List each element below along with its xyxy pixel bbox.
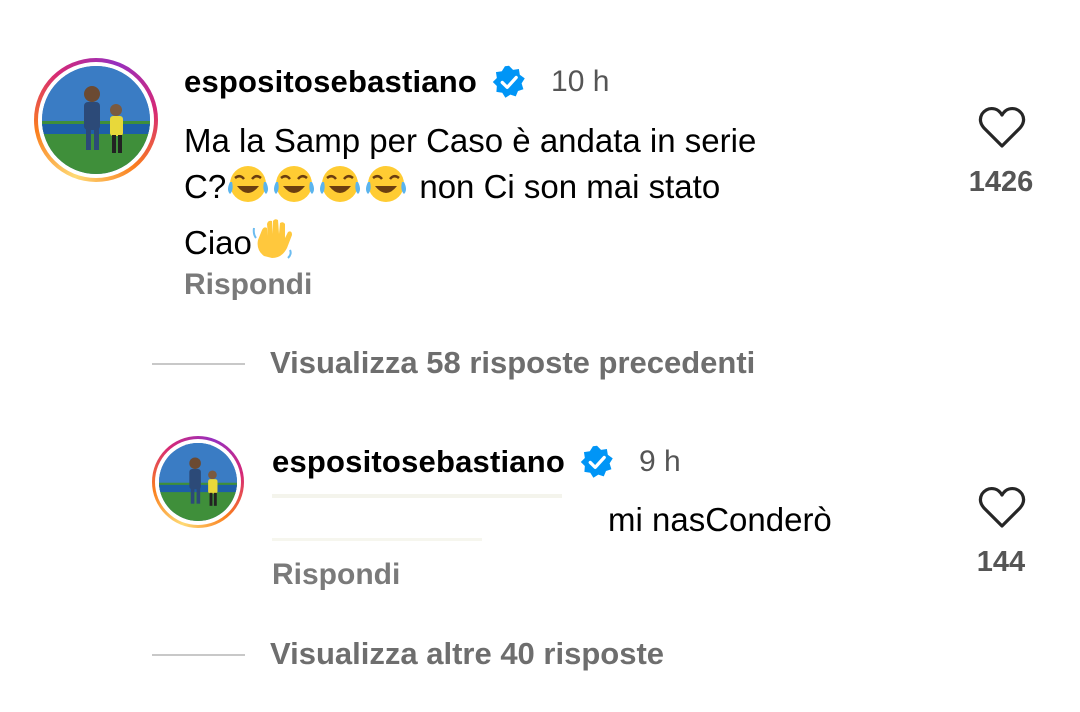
divider [152, 654, 245, 656]
comment-line-3-text: Ciao [184, 224, 252, 261]
heart-icon [978, 486, 1026, 528]
reply-avatar-photo [159, 443, 237, 521]
comment-time: 10 h [551, 65, 610, 98]
reply-like-count: 144 [976, 546, 1026, 578]
laughing-emoji-icon [318, 164, 362, 216]
laughing-emoji-icon [226, 164, 270, 216]
reply-time: 9 h [639, 445, 681, 478]
heart-icon [978, 106, 1026, 148]
mention-redacted-2 [272, 538, 482, 541]
verified-badge-icon [579, 444, 615, 480]
mention-redacted [272, 494, 562, 498]
comment-line-2-suffix: non Ci son mai stato [410, 168, 721, 205]
view-previous-replies-button[interactable]: Visualizza 58 risposte precedenti [270, 345, 755, 381]
laughing-emoji-icon [272, 164, 316, 216]
comment-line-2: C? non Ci son mai stato [184, 164, 944, 216]
divider [152, 363, 245, 365]
comment-line-2-prefix: C? [184, 168, 227, 205]
avatar[interactable] [34, 58, 158, 182]
view-more-replies-button[interactable]: Visualizza altre 40 risposte [270, 636, 664, 672]
reply-button[interactable]: Rispondi [184, 268, 312, 302]
reply-avatar[interactable] [152, 436, 244, 528]
waving-hand-icon [252, 216, 296, 272]
like-button[interactable] [978, 106, 1026, 150]
comment-line-3: Ciao [184, 216, 944, 272]
reply-like-button[interactable] [978, 486, 1026, 530]
verified-badge-icon [491, 64, 527, 100]
laughing-emoji-icon [364, 164, 408, 216]
comment-text: Ma la Samp per Caso è andata in serie C?… [184, 118, 944, 272]
username[interactable]: espositosebastiano [184, 64, 477, 100]
like-count: 1426 [968, 166, 1034, 198]
reply-text: mi nasConderò [608, 501, 832, 538]
avatar-photo [42, 66, 150, 174]
comment-line-1: Ma la Samp per Caso è andata in serie [184, 122, 757, 159]
reply-reply-button[interactable]: Rispondi [272, 558, 400, 592]
reply-username[interactable]: espositosebastiano [272, 444, 565, 480]
